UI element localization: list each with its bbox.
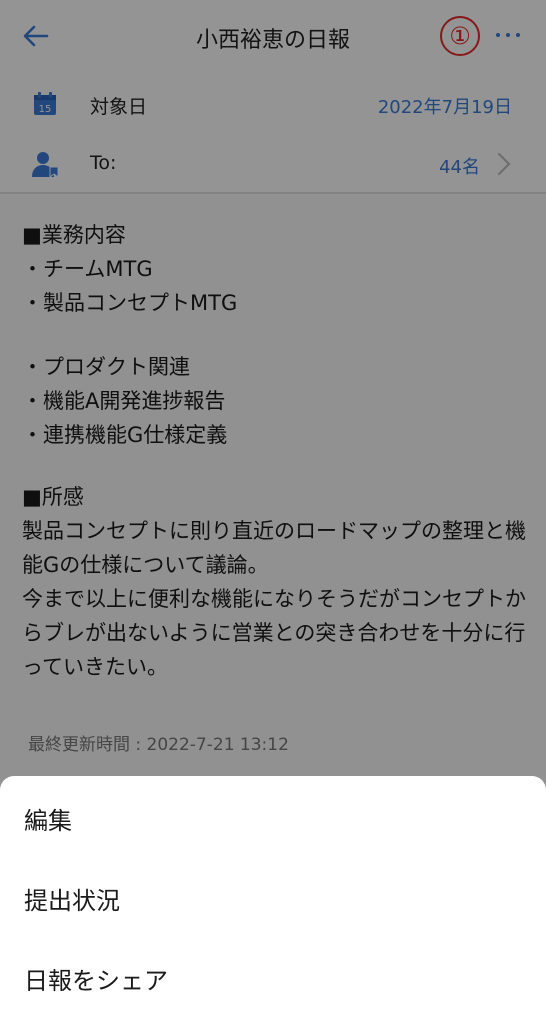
submission-status-menu-item[interactable]: 提出状況 — [0, 858, 546, 938]
action-bottom-sheet: 編集 提出状況 日報をシェア — [0, 776, 546, 1024]
share-report-menu-item[interactable]: 日報をシェア — [0, 938, 546, 1018]
edit-menu-item[interactable]: 編集 — [0, 778, 546, 858]
